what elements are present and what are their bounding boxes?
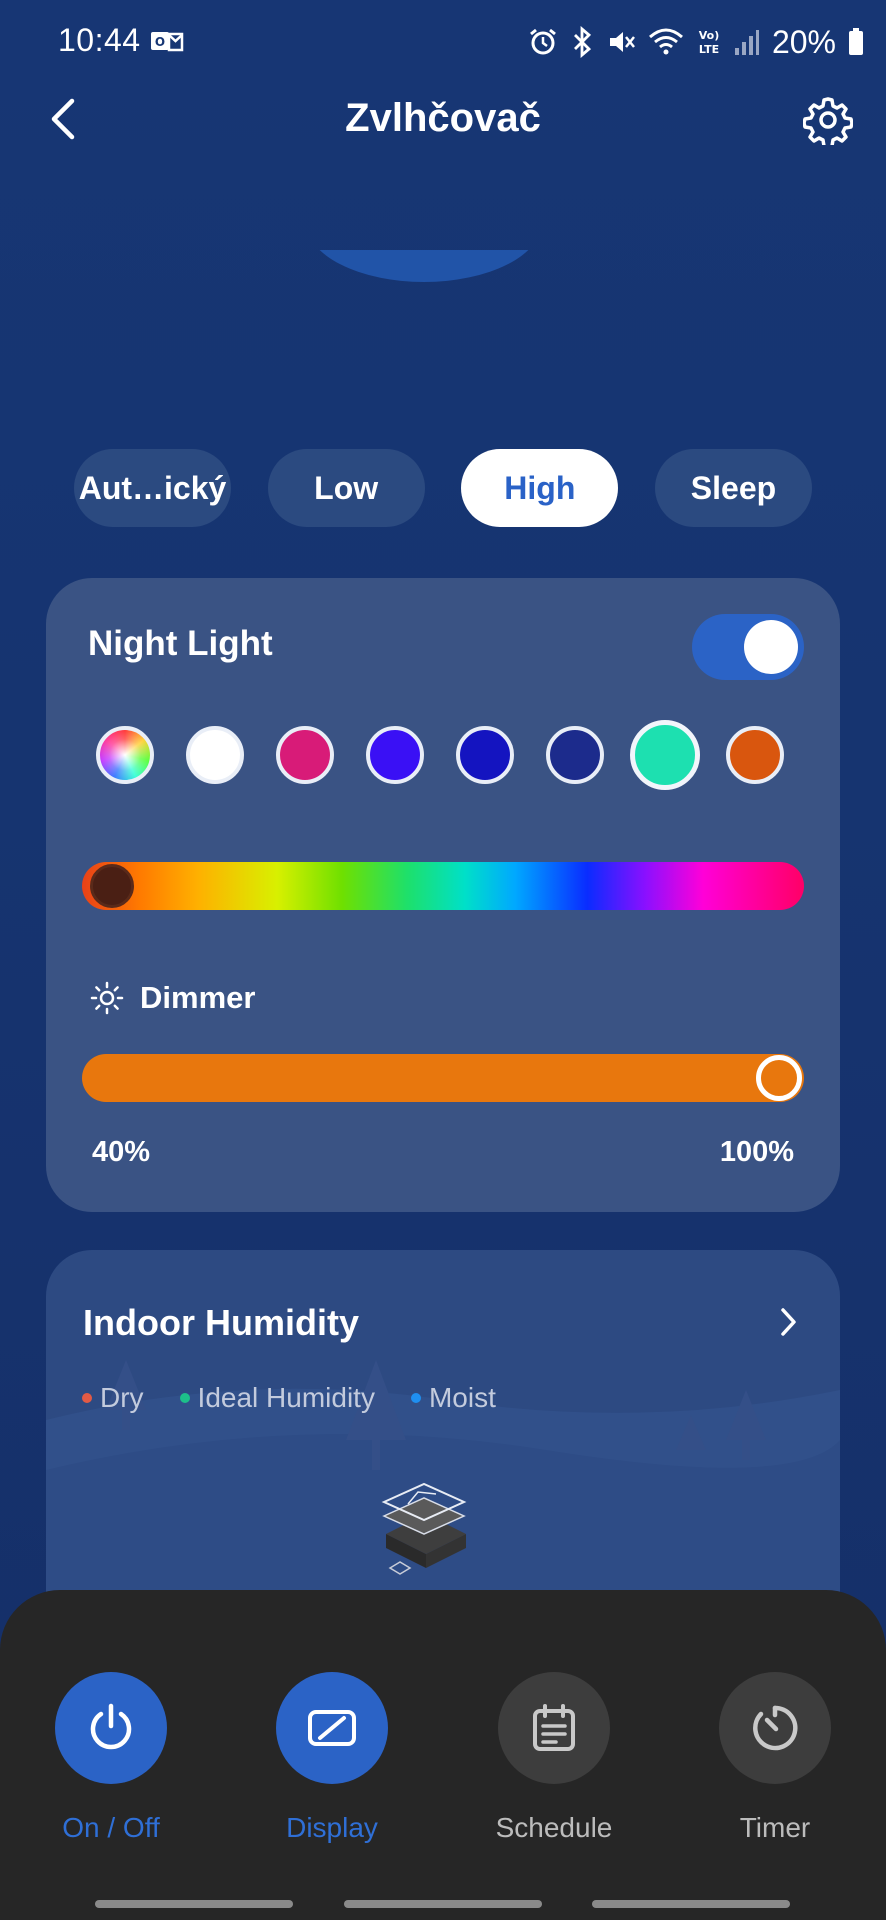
- night-light-title: Night Light: [88, 624, 273, 663]
- legend-moist-label: Moist: [428, 1382, 496, 1413]
- mode-low-button[interactable]: Low: [267, 449, 425, 527]
- svg-text:O: O: [155, 35, 165, 49]
- timer-label: Timer: [739, 1812, 811, 1843]
- app-header: Zvlhčovač: [0, 84, 886, 282]
- nav-indicator-left[interactable]: [95, 1900, 293, 1908]
- timer-button[interactable]: [719, 1672, 831, 1784]
- dimmer-max-label: 100%: [719, 1136, 794, 1168]
- status-time: 10:44: [58, 22, 141, 58]
- page-title: Zvlhčovač: [345, 96, 541, 140]
- swatch-pink[interactable]: [276, 726, 334, 784]
- nav-indicator-center[interactable]: [344, 1900, 542, 1908]
- mode-auto-button[interactable]: Aut…ický: [74, 449, 231, 527]
- display-action[interactable]: Display: [262, 1672, 402, 1844]
- signal-icon: [734, 30, 759, 55]
- swatch-white[interactable]: [186, 726, 244, 784]
- toggle-knob: [744, 620, 798, 674]
- timer-icon: [753, 1705, 798, 1751]
- color-swatches: [96, 720, 796, 790]
- swatch-blue[interactable]: [456, 726, 514, 784]
- display-button[interactable]: [276, 1672, 388, 1784]
- display-label: Display: [286, 1812, 378, 1843]
- schedule-label: Schedule: [495, 1812, 613, 1843]
- legend-dry-label: Dry: [100, 1382, 144, 1413]
- mode-sleep-button[interactable]: Sleep: [654, 449, 812, 527]
- dimmer-header: Dimmer: [90, 978, 255, 1018]
- outlook-notification-icon: O: [151, 32, 184, 52]
- schedule-icon: [533, 1704, 575, 1751]
- mute-icon: [609, 32, 635, 52]
- bottom-action-bar: On / Off Display Schedule Timer: [0, 1590, 886, 1920]
- sensor-device-illustration: [381, 1482, 467, 1575]
- battery-percent: 20%: [771, 23, 836, 60]
- dimmer-min-label: 40%: [92, 1136, 151, 1168]
- humidifier-screen: 10:44 O Vo) LTE 20% Zvlhčovač Aut…ický L…: [0, 0, 886, 1920]
- svg-text:Vo): Vo): [699, 29, 720, 42]
- on-off-button[interactable]: [55, 1672, 167, 1784]
- bluetooth-icon: [573, 26, 592, 58]
- hue-slider[interactable]: [82, 862, 804, 910]
- display-icon: [308, 1710, 356, 1746]
- device-visual-dome: [306, 250, 542, 282]
- humidity-legend: Dry Ideal Humidity Moist: [82, 1382, 496, 1414]
- nav-indicator-right[interactable]: [592, 1900, 790, 1908]
- legend-dry: Dry: [82, 1382, 144, 1414]
- legend-dot-dry: [82, 1393, 92, 1403]
- swatch-multicolor[interactable]: [96, 726, 154, 784]
- on-off-action[interactable]: On / Off: [41, 1672, 181, 1844]
- legend-moist: Moist: [410, 1382, 496, 1414]
- wifi-icon: [648, 28, 683, 55]
- on-off-label: On / Off: [62, 1812, 160, 1843]
- legend-dot-ideal: [179, 1393, 190, 1403]
- dimmer-label: Dimmer: [140, 980, 256, 1015]
- power-icon: [90, 1703, 132, 1750]
- timer-action[interactable]: Timer: [705, 1672, 845, 1844]
- dimmer-slider-thumb[interactable]: [756, 1055, 802, 1101]
- status-bar: 10:44 O Vo) LTE 20%: [0, 0, 886, 84]
- battery-icon: [849, 28, 863, 55]
- gear-icon: [803, 97, 853, 145]
- schedule-button[interactable]: [498, 1672, 610, 1784]
- swatch-teal[interactable]: [630, 720, 700, 790]
- mode-high-button[interactable]: High: [461, 449, 619, 527]
- schedule-action[interactable]: Schedule: [484, 1672, 624, 1844]
- volte-icon: Vo) LTE: [699, 29, 720, 56]
- swatch-violet-blue[interactable]: [366, 726, 424, 784]
- dimmer-slider[interactable]: [82, 1054, 804, 1102]
- legend-ideal: Ideal Humidity: [179, 1382, 375, 1414]
- swatch-orange[interactable]: [726, 726, 784, 784]
- alarm-icon: [530, 28, 556, 55]
- status-icons: Vo) LTE 20%: [528, 22, 864, 62]
- system-navigation-bar: [0, 1900, 886, 1908]
- indoor-humidity-title: Indoor Humidity: [83, 1302, 359, 1343]
- chevron-right-icon[interactable]: [774, 1304, 804, 1340]
- hue-slider-thumb[interactable]: [90, 864, 134, 908]
- legend-dot-moist: [410, 1393, 421, 1403]
- svg-text:LTE: LTE: [699, 43, 719, 56]
- settings-button[interactable]: [800, 92, 856, 148]
- brightness-icon: [90, 981, 124, 1015]
- mode-selector: Aut…ický Low High Sleep: [74, 449, 812, 527]
- night-light-card: Night Light Dimmer 40% 100%: [46, 578, 840, 1212]
- night-light-toggle[interactable]: [692, 614, 804, 680]
- swatch-navy[interactable]: [546, 726, 604, 784]
- legend-ideal-label: Ideal Humidity: [197, 1382, 375, 1413]
